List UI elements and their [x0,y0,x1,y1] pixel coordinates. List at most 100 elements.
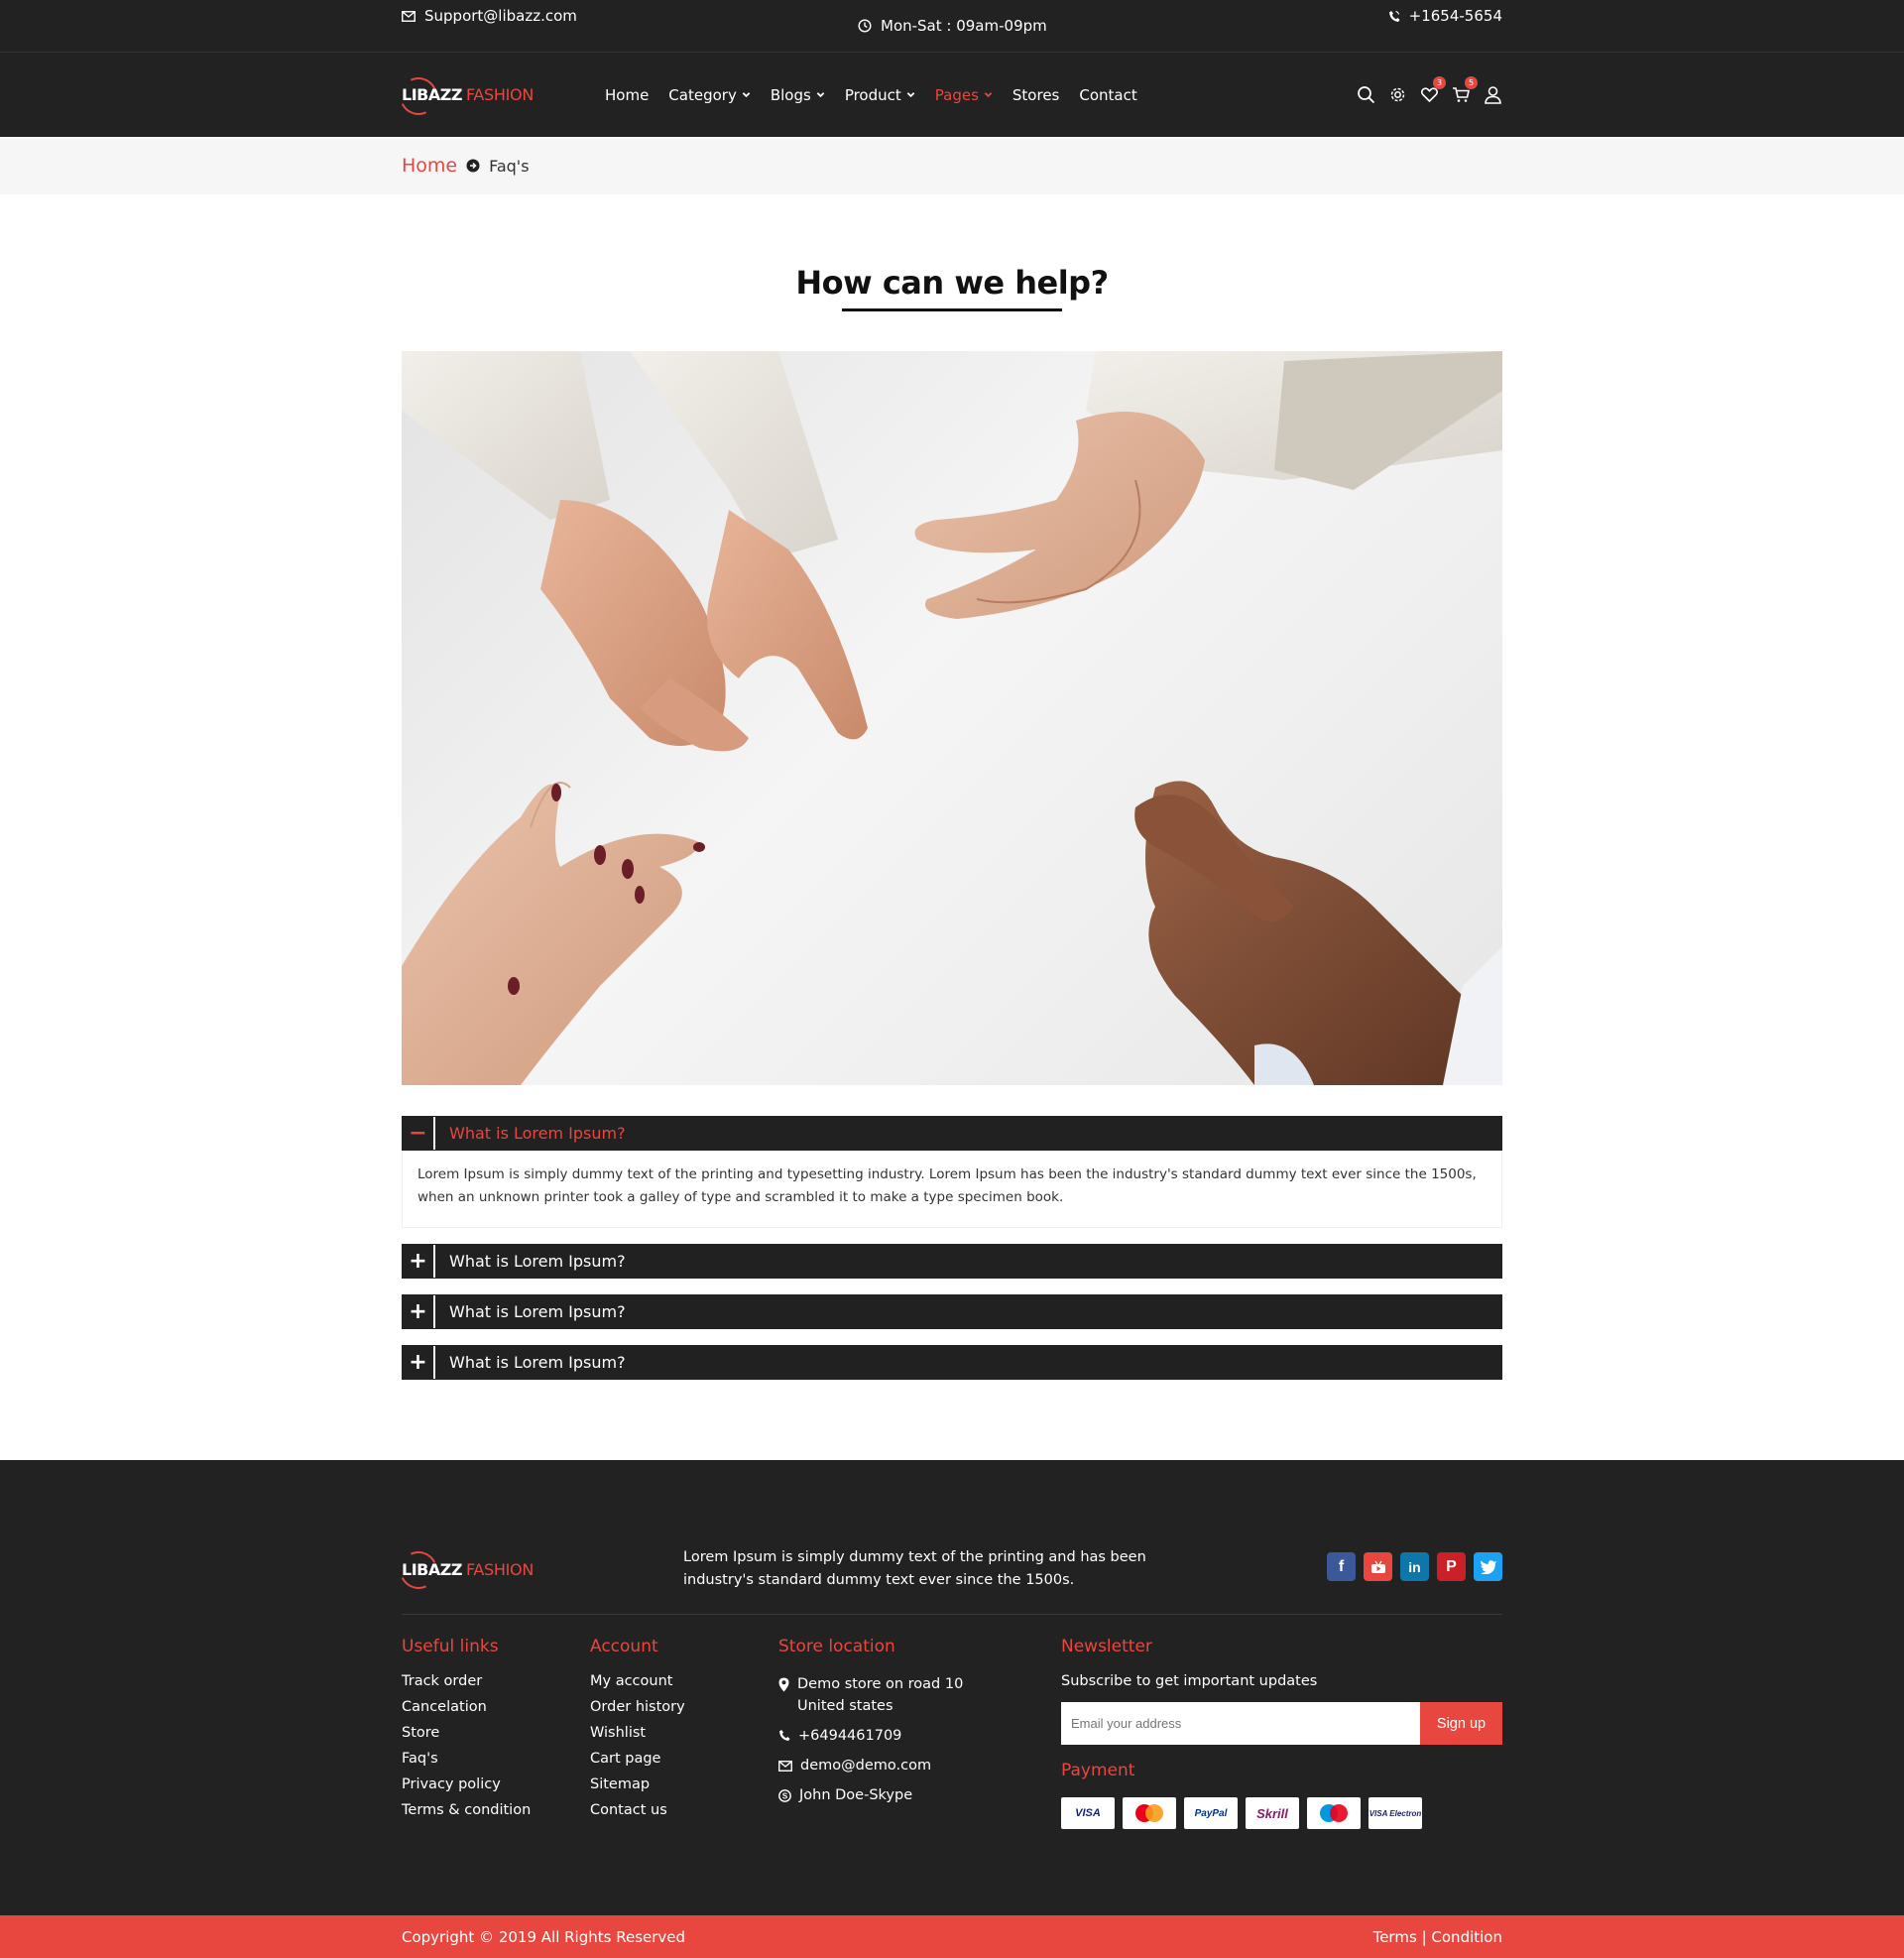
support-phone[interactable]: +1654-5654 [1388,7,1502,25]
faq-question-header[interactable]: + What is Lorem Ipsum? [402,1294,1502,1329]
site-footer: LIBAZZ FASHION Lorem Ipsum is simply dum… [0,1460,1904,1915]
linkedin-icon[interactable]: in [1400,1552,1429,1581]
nav-label: Product [844,85,901,104]
footer-link-cancelation[interactable]: Cancelation [402,1699,531,1715]
svg-text:S: S [782,1792,788,1801]
phone-icon [1388,10,1400,22]
breadcrumb-home-link[interactable]: Home [402,155,457,177]
store-address: Demo store on road 10 United states [778,1673,963,1717]
logo-text-primary: LIBAZZ [402,1559,462,1579]
clapping-hands-illustration [402,351,1502,1085]
main-menu: Home Category Blogs Product Pages Stores… [605,86,1137,104]
expand-plus-icon[interactable]: + [403,1295,435,1328]
logo-text-accent: FASHION [465,85,534,104]
chevron-down-icon [742,92,751,98]
footer-link-sitemap[interactable]: Sitemap [590,1776,685,1792]
nav-label: Category [668,85,737,104]
faq-question-header[interactable]: + What is Lorem Ipsum? [402,1244,1502,1279]
user-icon[interactable] [1484,85,1502,104]
skrill-icon: Skrill [1246,1797,1299,1829]
footer-link-privacy-policy[interactable]: Privacy policy [402,1776,531,1792]
header-actions: 3 5 [1357,76,1502,104]
faq-question: What is Lorem Ipsum? [449,1302,626,1321]
store-skype[interactable]: S John Doe-Skype [778,1784,963,1806]
phone-icon [779,1730,790,1741]
footer-link-store[interactable]: Store [402,1725,531,1741]
clock-icon [858,19,872,33]
useful-links-column: Useful links Track order Cancelation Sto… [402,1637,531,1828]
nav-label: Pages [934,85,979,104]
faq-question-header[interactable]: − What is Lorem Ipsum? [402,1116,1502,1151]
terms-link[interactable]: Terms [1373,1928,1417,1946]
account-heading: Account [590,1637,658,1656]
footer-link-contact-us[interactable]: Contact us [590,1802,685,1818]
store-location-heading: Store location [778,1637,895,1656]
twitter-icon[interactable] [1474,1552,1502,1581]
account-column: Account My account Order history Wishlis… [590,1637,685,1828]
breadcrumb-current: Faq's [489,156,530,176]
payment-heading: Payment [1061,1761,1135,1780]
expand-plus-icon[interactable]: + [403,1245,435,1278]
wishlist-icon[interactable]: 3 [1420,76,1446,104]
footer-link-my-account[interactable]: My account [590,1673,685,1689]
facebook-icon[interactable]: f [1327,1552,1356,1581]
nav-item-stores[interactable]: Stores [1012,86,1059,104]
cart-icon[interactable]: 5 [1452,76,1478,104]
visa-card-icon: VISA [1061,1797,1115,1829]
footer-link-wishlist[interactable]: Wishlist [590,1725,685,1741]
opening-hours: Mon-Sat : 09am-09pm [858,17,1047,35]
address-line-1: Demo store on road 10 [797,1676,964,1692]
faq-item: − What is Lorem Ipsum? Lorem Ipsum is si… [402,1116,1502,1228]
breadcrumb: Home Faq's [0,137,1904,194]
nav-item-category[interactable]: Category [668,86,751,104]
nav-label: Contact [1079,85,1137,104]
wishlist-count-badge: 3 [1433,76,1446,89]
footer-link-track-order[interactable]: Track order [402,1673,531,1689]
mastercard-icon [1123,1797,1176,1829]
nav-label: Home [605,85,650,104]
nav-item-home[interactable]: Home [605,86,649,104]
footer-divider [402,1614,1502,1615]
nav-item-contact[interactable]: Contact [1079,86,1136,104]
faq-item: + What is Lorem Ipsum? [402,1244,1502,1279]
faq-answer: Lorem Ipsum is simply dummy text of the … [402,1151,1502,1228]
footer-link-terms[interactable]: Terms & condition [402,1802,531,1818]
site-logo[interactable]: LIBAZZ FASHION [394,71,534,120]
chevron-down-icon [984,92,993,98]
newsletter-subtitle: Subscribe to get important updates [1061,1673,1318,1689]
footer-about-text: Lorem Ipsum is simply dummy text of the … [683,1549,1146,1588]
logo-text-primary: LIBAZZ [402,85,462,104]
faq-question-header[interactable]: + What is Lorem Ipsum? [402,1345,1502,1380]
page-title: How can we help? [795,264,1109,302]
nav-label: Blogs [770,85,811,104]
newsletter-signup-button[interactable]: Sign up [1420,1702,1502,1745]
store-phone[interactable]: +6494461709 [778,1725,963,1747]
top-info-bar: Support@libazz.com Mon-Sat : 09am-09pm +… [0,0,1904,53]
condition-link[interactable]: Condition [1431,1928,1502,1946]
store-location-column: Store location Demo store on road 10 Unit… [778,1637,963,1814]
support-email[interactable]: Support@libazz.com [402,7,577,25]
expand-plus-icon[interactable]: + [403,1346,435,1379]
nav-item-pages[interactable]: Pages [935,86,993,104]
store-email[interactable]: demo@demo.com [778,1755,963,1776]
nav-item-product[interactable]: Product [845,86,915,104]
newsletter-heading: Newsletter [1061,1637,1152,1656]
mail-icon [778,1761,792,1772]
store-email-text: demo@demo.com [800,1758,932,1774]
search-icon[interactable] [1357,85,1375,104]
footer-link-faqs[interactable]: Faq's [402,1751,531,1767]
youtube-icon[interactable] [1364,1552,1392,1581]
pinterest-icon[interactable]: P [1437,1552,1466,1581]
footer-link-order-history[interactable]: Order history [590,1699,685,1715]
footer-link-cart-page[interactable]: Cart page [590,1751,685,1767]
legal-separator: | [1421,1927,1427,1946]
address-line-2: United states [797,1698,893,1714]
store-address-text: Demo store on road 10 United states [797,1673,963,1717]
newsletter-email-input[interactable] [1061,1702,1420,1745]
settings-icon[interactable] [1388,85,1407,104]
payment-methods: VISA PayPal Skrill VISA Electron [1061,1797,1422,1829]
nav-item-blogs[interactable]: Blogs [771,86,825,104]
collapse-minus-icon[interactable]: − [403,1117,435,1150]
footer-logo[interactable]: LIBAZZ FASHION [394,1545,534,1595]
skype-icon: S [778,1789,791,1802]
